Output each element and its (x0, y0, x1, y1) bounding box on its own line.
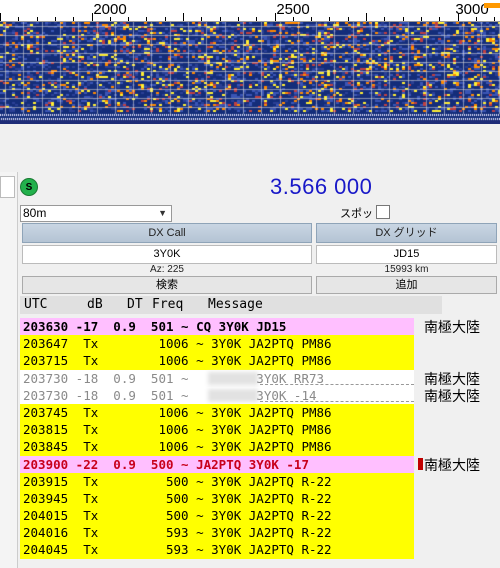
decode-list[interactable]: 203630 -17 0.9 501 ~ CQ 3Y0K JD15 南極大陸 203… (20, 318, 500, 559)
scale-tick (439, 17, 440, 21)
row-text: 204015 Tx 500 ~ 3Y0K JA2PTQ R-22 (23, 508, 332, 524)
scale-tick (110, 17, 111, 21)
header-dt: DT (127, 297, 143, 312)
scale-tick (220, 17, 221, 21)
row-text: 203647 Tx 1006 ~ 3Y0K JA2PTQ PM86 (23, 336, 332, 352)
chevron-down-icon: ▼ (158, 208, 167, 218)
right-pane-header (442, 296, 500, 314)
scale-tick (403, 17, 404, 21)
distance-readout: 15993 km (384, 264, 429, 275)
scale-tick (275, 13, 276, 21)
row-text: 203900 -22 0.9 500 ~ JA2PTQ 3Y0K -17 (23, 456, 309, 472)
scale-tick (256, 17, 257, 21)
scale-tick (238, 17, 239, 21)
row-text: 203730 -18 0.9 501 ~ 3Y0K RR73 (23, 370, 325, 386)
decode-row[interactable]: 203630 -17 0.9 501 ~ CQ 3Y0K JD15 南極大陸 (20, 318, 500, 336)
dx-call-header[interactable]: DX Call (22, 223, 312, 243)
scale-label-2500: 2500 (276, 1, 310, 18)
decode-row[interactable]: 203715 Tx 1006 ~ 3Y0K JA2PTQ PM86 (20, 352, 500, 370)
scale-tick (494, 17, 495, 21)
scale-tick (384, 17, 385, 21)
search-button[interactable]: 検索 (22, 276, 312, 294)
band-select-value: 80m (23, 206, 47, 220)
scale-tick (329, 17, 330, 21)
decode-row[interactable]: 204015 Tx 500 ~ 3Y0K JA2PTQ R-22 (20, 507, 500, 525)
scale-label-2000: 2000 (93, 1, 127, 18)
scale-tick (476, 17, 477, 21)
header-message: Message (208, 297, 263, 312)
scale-tick (293, 17, 294, 21)
row-region: 南極大陸 (424, 457, 480, 474)
dx-call-field[interactable]: 3Y0K (22, 245, 312, 264)
header-freq: Freq (152, 297, 184, 312)
dx-grid-field[interactable]: JD15 (316, 245, 497, 264)
scale-tick (146, 17, 147, 21)
scale-tick (421, 17, 422, 21)
row-text: 203815 Tx 1006 ~ 3Y0K JA2PTQ PM86 (23, 422, 332, 438)
decode-row[interactable]: 204016 Tx 593 ~ 3Y0K JA2PTQ R-22 (20, 524, 500, 542)
decode-row[interactable]: 203815 Tx 1006 ~ 3Y0K JA2PTQ PM86 (20, 421, 500, 439)
row-region: 南極大陸 (424, 320, 480, 336)
scale-tick (348, 17, 349, 21)
azimuth-readout: Az: 225 (150, 264, 184, 275)
decode-row[interactable]: 203845 Tx 1006 ~ 3Y0K JA2PTQ PM86 (20, 438, 500, 456)
row-text: 203730 -18 0.9 501 ~ 3Y0K -14 (23, 387, 317, 403)
row-region: 南極大陸 (424, 388, 480, 405)
scale-tick (165, 17, 166, 21)
scale-tick (128, 17, 129, 21)
scale-tick (458, 13, 459, 21)
row-text: 204045 Tx 593 ~ 3Y0K JA2PTQ R-22 (23, 542, 332, 558)
row-marker (418, 457, 423, 470)
decode-row[interactable]: 203900 -22 0.9 500 ~ JA2PTQ 3Y0K -17 南極大陸 (20, 455, 500, 474)
decode-row[interactable]: 203945 Tx 500 ~ 3Y0K JA2PTQ R-22 (20, 489, 500, 508)
scale-tick (366, 13, 367, 21)
scale-tick (55, 17, 56, 21)
decode-row[interactable]: 203730 -18 0.9 501 ~ 3Y0K -14 南極大陸 (20, 386, 500, 405)
decode-row[interactable]: 203915 Tx 500 ~ 3Y0K JA2PTQ R-22 (20, 472, 500, 490)
scale-tick (183, 13, 184, 21)
scale-tick (18, 17, 19, 21)
left-gutter (0, 172, 18, 568)
waterfall-display[interactable] (0, 22, 500, 124)
tx-frequency-marker[interactable] (484, 3, 500, 8)
decode-row[interactable]: 203647 Tx 1006 ~ 3Y0K JA2PTQ PM86 (20, 335, 500, 353)
decode-list-header: UTC dB DT Freq Message (20, 296, 442, 314)
scale-tick (0, 13, 1, 21)
row-text: 203715 Tx 1006 ~ 3Y0K JA2PTQ PM86 (23, 353, 332, 369)
row-text: 203630 -17 0.9 501 ~ CQ 3Y0K JD15 (23, 319, 287, 334)
header-utc: UTC (24, 297, 48, 312)
scale-tick (37, 17, 38, 21)
dx-grid-header[interactable]: DX グリッド (316, 223, 497, 243)
row-text: 204016 Tx 593 ~ 3Y0K JA2PTQ R-22 (23, 525, 332, 541)
scale-tick (92, 13, 93, 21)
decode-row[interactable]: 203730 -18 0.9 501 ~ 3Y0K RR73 南極大陸 (20, 369, 500, 388)
dial-frequency: 3.566 000 (270, 174, 373, 199)
header-db: dB (87, 297, 103, 312)
gutter-field[interactable] (0, 176, 15, 198)
row-text: 203945 Tx 500 ~ 3Y0K JA2PTQ R-22 (23, 490, 332, 506)
scale-tick (311, 17, 312, 21)
waterfall-gap (0, 124, 500, 172)
spot-checkbox[interactable] (376, 205, 390, 219)
decode-row[interactable]: 203745 Tx 1006 ~ 3Y0K JA2PTQ PM86 (20, 403, 500, 422)
status-indicator: S (20, 178, 38, 196)
frequency-scale: 2000 2500 3000 (0, 0, 500, 22)
decode-row[interactable]: 204045 Tx 593 ~ 3Y0K JA2PTQ R-22 (20, 541, 500, 559)
band-select[interactable]: 80m ▼ (20, 205, 172, 222)
add-button[interactable]: 追加 (316, 276, 497, 294)
row-text: 203915 Tx 500 ~ 3Y0K JA2PTQ R-22 (23, 473, 332, 489)
row-text: 203745 Tx 1006 ~ 3Y0K JA2PTQ PM86 (23, 404, 332, 420)
scale-tick (73, 17, 74, 21)
scale-tick (201, 17, 202, 21)
row-text: 203845 Tx 1006 ~ 3Y0K JA2PTQ PM86 (23, 439, 332, 455)
